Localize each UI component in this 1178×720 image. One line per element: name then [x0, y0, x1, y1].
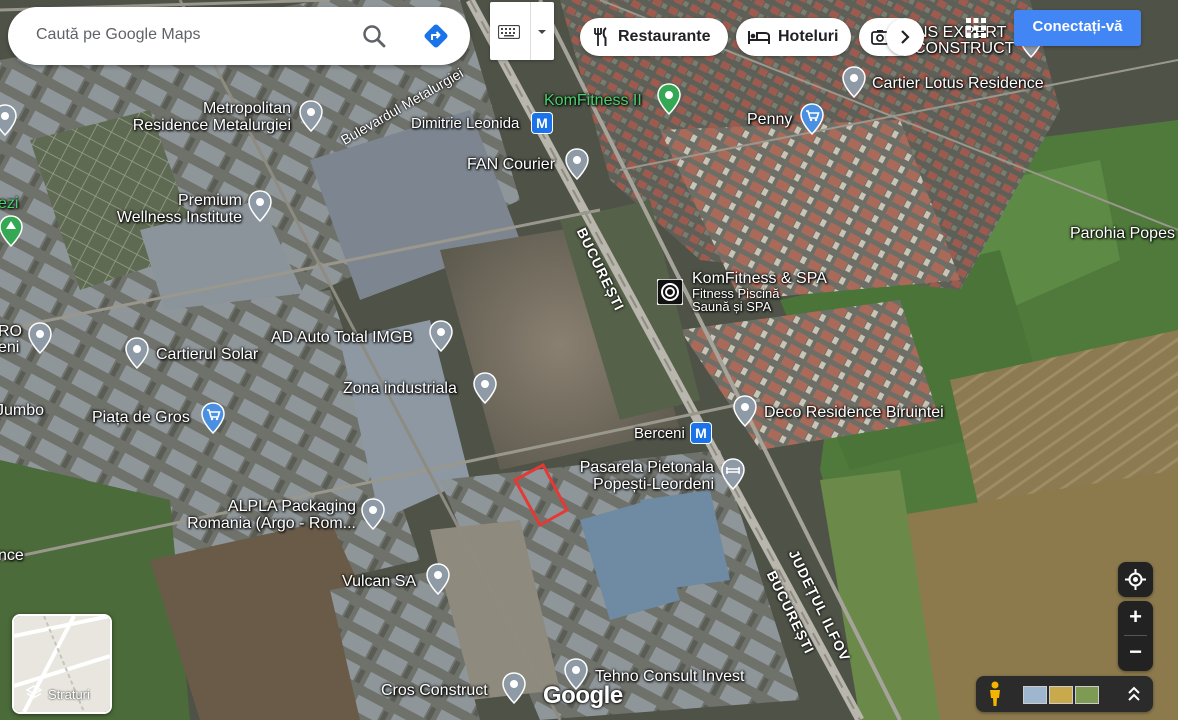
keyboard-icon[interactable] — [498, 25, 520, 39]
chip-hotels-label: Hoteluri — [778, 28, 839, 45]
chip-restaurants[interactable]: Restaurante — [580, 18, 728, 56]
label-komfitness-spa[interactable]: KomFitness & SPA Fitness Piscină Saună ș… — [692, 270, 827, 313]
label-edge-jumbo: Jumbo — [0, 402, 45, 419]
chevron-right-icon — [901, 30, 910, 44]
label-edge-ro: RO — [0, 323, 22, 340]
layers-icon — [26, 685, 42, 699]
input-tools — [490, 2, 554, 60]
label-fan-courier[interactable]: FAN Courier — [467, 156, 555, 173]
place-pin-icon[interactable] — [732, 395, 758, 427]
pegman-icon[interactable] — [987, 681, 1003, 707]
imagery-thumbnail-1[interactable] — [1023, 686, 1047, 704]
label-alpla-line2: Romania (Argo - Rom... — [187, 515, 356, 532]
label-komfitness-spa-sub2: Saună și SPA — [692, 299, 772, 314]
label-cros-construct[interactable]: Cros Construct — [381, 682, 488, 699]
metro-icon-berceni[interactable]: M — [691, 423, 711, 443]
layers-label: Straturi — [48, 687, 90, 702]
label-piata-de-gros[interactable]: Piața de Gros — [92, 409, 190, 426]
label-vulcan[interactable]: Vulcan SA — [342, 573, 416, 590]
metro-icon-dimitrie-leonida[interactable]: M — [532, 113, 552, 133]
place-pin-icon[interactable] — [472, 372, 498, 404]
google-logo: Google — [543, 682, 623, 709]
place-pin-icon[interactable] — [501, 672, 527, 704]
imagery-thumbnail-2[interactable] — [1049, 686, 1073, 704]
chip-restaurants-label: Restaurante — [618, 28, 711, 45]
zoom-in-button[interactable]: + — [1118, 601, 1153, 635]
sign-in-button[interactable]: Conectați-vă — [1014, 10, 1141, 46]
search-icon[interactable] — [358, 20, 390, 52]
label-ad-auto[interactable]: AD Auto Total IMGB — [271, 329, 413, 346]
label-pasarela-line1: Pasarela Pietonala — [579, 459, 714, 476]
my-location-button[interactable] — [1118, 562, 1153, 597]
label-edge-nce: nce — [0, 547, 24, 564]
place-pin-icon[interactable] — [247, 190, 273, 222]
fork-knife-icon — [594, 27, 607, 46]
label-alpla-line1: ALPLA Packaging — [227, 498, 356, 515]
label-premium-line1: Premium — [177, 192, 242, 209]
directions-icon[interactable] — [420, 20, 452, 52]
label-metropolitan[interactable]: Metropolitan Residence Metalurgiei — [123, 100, 291, 134]
place-pin-icon[interactable] — [841, 66, 867, 98]
label-cartier-lotus[interactable]: Cartier Lotus Residence — [872, 75, 1044, 92]
komfitness-logo-icon[interactable] — [657, 279, 683, 305]
zoom-out-button[interactable]: − — [1118, 636, 1153, 670]
divider — [530, 2, 531, 60]
place-pin-icon[interactable] — [0, 104, 18, 136]
chevron-up-double-icon[interactable] — [1127, 685, 1141, 703]
place-pin-icon[interactable] — [425, 563, 451, 595]
label-pasarela[interactable]: Pasarela Pietonala Popești-Leordeni — [555, 459, 714, 493]
label-parohia[interactable]: Parohia Popes — [1070, 225, 1175, 242]
label-metropolitan-line1: Metropolitan — [202, 100, 291, 117]
gym-pin-icon[interactable] — [656, 83, 682, 115]
my-location-icon — [1125, 569, 1146, 590]
label-edge-eni: eni — [0, 339, 20, 356]
layers-button[interactable]: Straturi — [12, 614, 112, 714]
chips-next-button[interactable] — [886, 18, 924, 56]
apps-grid-icon[interactable] — [964, 16, 988, 40]
place-pin-icon[interactable] — [298, 100, 324, 132]
bottom-toolbar — [976, 676, 1153, 712]
label-pasarela-line2: Popești-Leordeni — [593, 476, 714, 493]
place-pin-icon[interactable] — [564, 148, 590, 180]
search-bar — [8, 7, 470, 65]
label-premium[interactable]: Premium Wellness Institute — [100, 192, 242, 226]
shopping-cart-pin-icon[interactable] — [799, 103, 825, 135]
label-cartierul-solar[interactable]: Cartierul Solar — [156, 346, 258, 363]
label-zona-industriala[interactable]: Zona industriala — [343, 380, 457, 397]
zoom-controls: + − — [1118, 601, 1153, 671]
label-berceni[interactable]: Berceni — [634, 425, 685, 442]
bed-icon — [748, 31, 770, 44]
place-pin-icon[interactable] — [124, 337, 150, 369]
shopping-cart-pin-icon[interactable] — [200, 402, 226, 434]
label-deco-residence[interactable]: Deco Residence Biruintei — [764, 404, 944, 421]
label-metropolitan-line2: Residence Metalurgiei — [132, 117, 291, 134]
park-pin-icon[interactable] — [0, 215, 24, 247]
label-alpla[interactable]: ALPLA Packaging Romania (Argo - Rom... — [178, 498, 356, 532]
place-pin-icon[interactable] — [428, 320, 454, 352]
label-premium-line2: Wellness Institute — [116, 209, 242, 226]
label-komfitness-2[interactable]: KomFitness II — [544, 92, 642, 109]
place-pin-icon[interactable] — [27, 322, 53, 354]
bridge-pin-icon[interactable] — [720, 458, 746, 490]
label-dimitrie-leonida[interactable]: Dimitrie Leonida — [411, 115, 519, 132]
label-edge-ezi: ezi — [0, 195, 19, 212]
imagery-thumbnail-3[interactable] — [1075, 686, 1099, 704]
label-komfitness-spa-title: KomFitness & SPA — [692, 270, 827, 287]
label-penny[interactable]: Penny — [747, 111, 792, 128]
label-edge-ns-expert: NS EXPERT — [916, 24, 1007, 41]
label-edge-construct: CONSTRUCT — [914, 40, 1015, 57]
chevron-down-icon[interactable] — [536, 28, 548, 36]
chip-hotels[interactable]: Hoteluri — [736, 18, 851, 56]
search-input[interactable] — [36, 26, 336, 44]
place-pin-icon[interactable] — [360, 498, 386, 530]
